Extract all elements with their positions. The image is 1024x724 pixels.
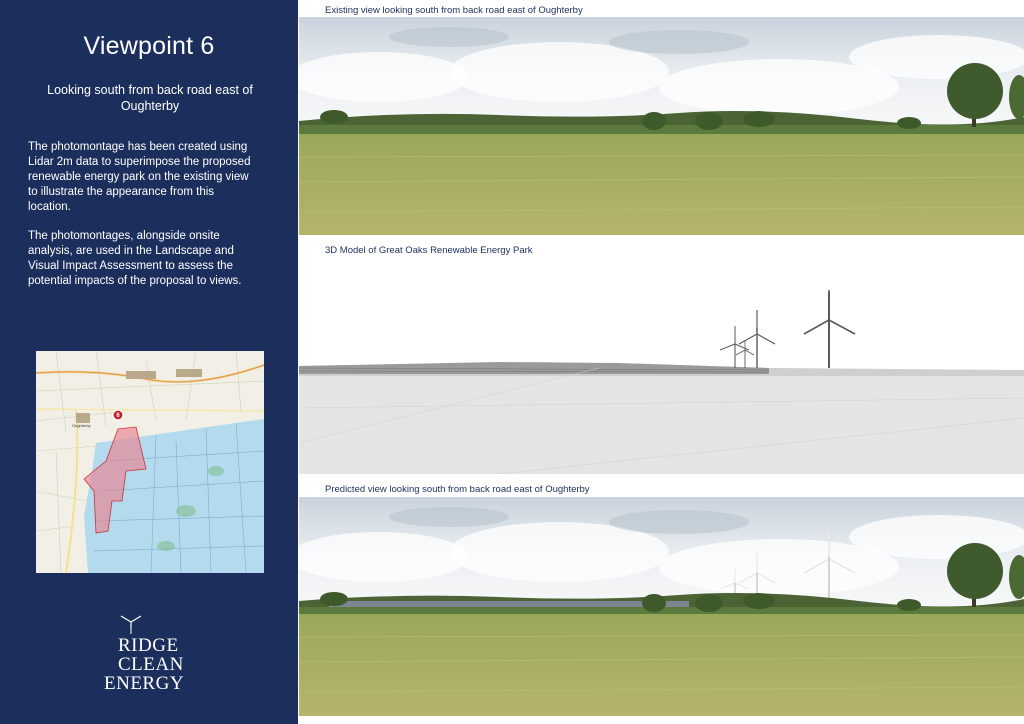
location-map-graphic: Oughterby 6 <box>35 350 265 574</box>
viewpoint-subtitle: Looking south from back road east of Oug… <box>47 83 253 113</box>
logo-line-3: ENERGY <box>104 673 185 694</box>
description-paragraph-2: The photomontages, alongside onsite anal… <box>28 230 242 287</box>
panel-caption-3d-model: 3D Model of Great Oaks Renewable Energy … <box>325 245 533 256</box>
map-place-label: Oughterby <box>72 423 91 428</box>
panel-caption-existing: Existing view looking south from back ro… <box>325 5 583 16</box>
turbine-icon <box>120 615 142 634</box>
3d-model-render <box>299 258 1024 474</box>
description-paragraph-1: The photomontage has been created using … <box>28 141 251 213</box>
sidebar-panel: Viewpoint 6 Looking south from back road… <box>0 0 298 724</box>
predicted-view-photo <box>299 497 1024 716</box>
existing-view-photo <box>299 17 1024 235</box>
logo-line-1: RIDGE <box>118 635 179 656</box>
location-map: Oughterby 6 <box>35 350 265 574</box>
description-text: The photomontage has been created using … <box>28 140 260 303</box>
panel-caption-predicted: Predicted view looking south from back r… <box>325 484 590 495</box>
logo-line-2: CLEAN <box>118 654 184 675</box>
ridge-clean-energy-logo: RIDGE CLEAN ENERGY <box>96 614 206 696</box>
page-title: Viewpoint 6 <box>83 32 215 60</box>
